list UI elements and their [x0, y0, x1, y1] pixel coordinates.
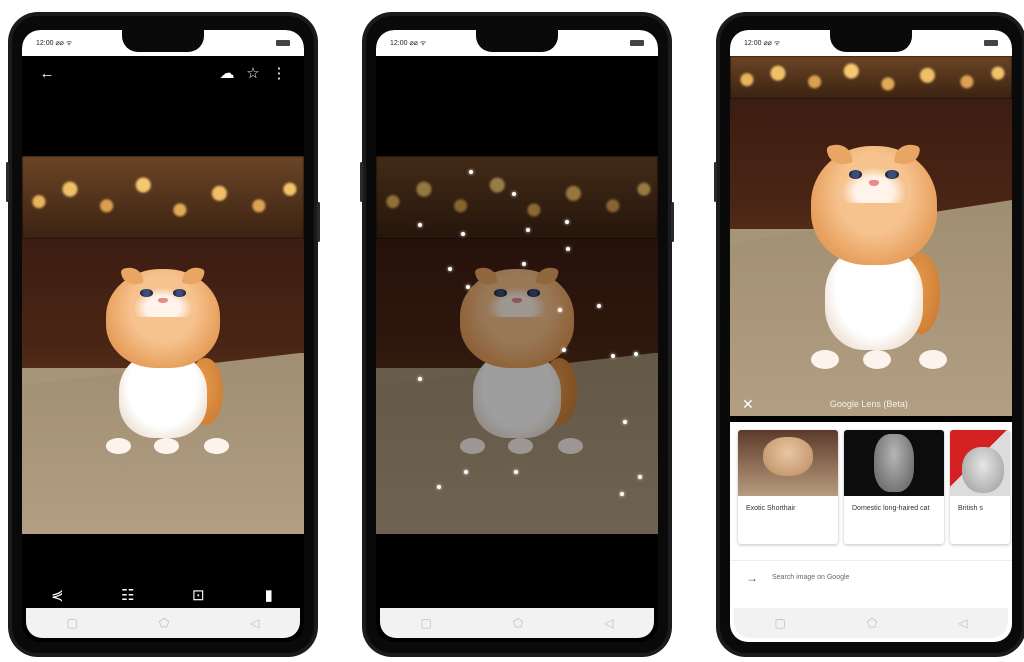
scan-dot — [464, 470, 468, 474]
phone-frame-gallery: 12:00 ⌀⌀ ᯤ ← ☁ ☆ ⋮ ⋞ ☷ ⊡ ▮ ▢ ⬠ ◁ — [6, 12, 320, 657]
notch — [122, 30, 204, 52]
scan-dot — [469, 170, 473, 174]
home-icon[interactable]: ⬠ — [867, 616, 877, 630]
lens-icon[interactable]: ⊡ — [185, 582, 211, 608]
back-arrow-icon[interactable]: ← — [34, 60, 60, 86]
result-thumb — [738, 430, 838, 496]
scan-dot — [565, 220, 569, 224]
battery-icon — [276, 40, 290, 46]
notch — [476, 30, 558, 52]
scan-dot — [634, 352, 638, 356]
volume-button — [360, 162, 363, 202]
system-nav-bar: ▢ ⬠ ◁ — [734, 608, 1008, 638]
screen-gallery: 12:00 ⌀⌀ ᯤ ← ☁ ☆ ⋮ ⋞ ☷ ⊡ ▮ ▢ ⬠ ◁ — [22, 30, 304, 642]
result-thumb — [844, 430, 944, 496]
recents-icon[interactable]: ▢ — [66, 616, 77, 630]
more-vert-icon[interactable]: ⋮ — [266, 60, 292, 86]
scan-dot — [597, 304, 601, 308]
screen-scanning: 12:00 ⌀⌀ ᯤ ▢ ⬠ ◁ — [376, 30, 658, 642]
photo-actions: ⋞ ☷ ⊡ ▮ — [22, 582, 304, 608]
volume-button — [6, 162, 9, 202]
lens-header: ✕ Google Lens (Beta) — [730, 388, 1012, 420]
screen-lens-results: 12:00 ⌀⌀ ᯤ ✕ Google Lens (Beta) Exotic S… — [730, 30, 1012, 642]
result-card-exotic-shorthair[interactable]: Exotic Shorthair — [738, 430, 838, 544]
photo-kitten — [22, 156, 304, 534]
volume-button — [714, 162, 717, 202]
back-icon[interactable]: ◁ — [958, 616, 967, 630]
scan-dot — [638, 475, 642, 479]
system-nav-bar: ▢ ⬠ ◁ — [26, 608, 300, 638]
search-on-google-label: Search image on Google — [772, 574, 850, 581]
home-icon[interactable]: ⬠ — [159, 616, 169, 630]
scan-dot — [566, 247, 570, 251]
delete-icon[interactable]: ▮ — [256, 582, 282, 608]
recents-icon[interactable]: ▢ — [774, 616, 785, 630]
arrow-right-icon: → — [746, 570, 758, 585]
back-icon[interactable]: ◁ — [604, 616, 613, 630]
share-icon[interactable]: ⋞ — [44, 582, 70, 608]
search-on-google-row[interactable]: → Search image on Google — [730, 560, 1012, 594]
recents-icon[interactable]: ▢ — [420, 616, 431, 630]
photo-toolbar: ← ☁ ☆ ⋮ — [22, 56, 304, 90]
result-caption: Exotic Shorthair — [746, 505, 796, 512]
scan-dot — [461, 232, 465, 236]
status-time: 12:00 ⌀⌀ ᯤ — [36, 39, 73, 47]
scan-dot — [611, 354, 615, 358]
battery-icon — [984, 40, 998, 46]
power-button — [317, 202, 320, 242]
scan-dot — [418, 223, 422, 227]
scan-dot — [437, 485, 441, 489]
photo-kitten-zoomed — [730, 56, 1012, 416]
scan-dot — [623, 420, 627, 424]
scan-dot — [514, 470, 518, 474]
system-nav-bar: ▢ ⬠ ◁ — [380, 608, 654, 638]
star-icon[interactable]: ☆ — [240, 60, 266, 86]
scan-dot — [418, 377, 422, 381]
scan-dot — [526, 228, 530, 232]
status-time: 12:00 ⌀⌀ ᯤ — [744, 39, 781, 47]
phone-frame-lens-results: 12:00 ⌀⌀ ᯤ ✕ Google Lens (Beta) Exotic S… — [714, 12, 1024, 657]
scan-dot — [620, 492, 624, 496]
tune-icon[interactable]: ☷ — [115, 582, 141, 608]
home-icon[interactable]: ⬠ — [513, 616, 523, 630]
cloud-upload-icon[interactable]: ☁ — [214, 60, 240, 86]
scan-dot — [562, 348, 566, 352]
scan-dot — [558, 308, 562, 312]
scan-dot — [512, 192, 516, 196]
result-cards: Exotic Shorthair Domestic long-haired ca… — [738, 430, 1010, 544]
scan-dot — [466, 285, 470, 289]
scan-dot — [448, 267, 452, 271]
lens-title: Google Lens (Beta) — [829, 399, 908, 409]
result-card-domestic-long-haired[interactable]: Domestic long-haired cat — [844, 430, 944, 544]
back-icon[interactable]: ◁ — [250, 616, 259, 630]
result-card-british[interactable]: British s — [950, 430, 1010, 544]
photo-kitten-dimmed — [376, 156, 658, 534]
result-thumb — [950, 430, 1010, 496]
notch — [830, 30, 912, 52]
scan-dot — [522, 262, 526, 266]
status-time: 12:00 ⌀⌀ ᯤ — [390, 39, 427, 47]
close-icon[interactable]: ✕ — [742, 396, 754, 413]
result-caption: British s — [958, 505, 983, 512]
result-caption: Domestic long-haired cat — [852, 505, 930, 512]
phone-frame-scanning: 12:00 ⌀⌀ ᯤ ▢ ⬠ ◁ — [360, 12, 674, 657]
battery-icon — [630, 40, 644, 46]
power-button — [671, 202, 674, 242]
